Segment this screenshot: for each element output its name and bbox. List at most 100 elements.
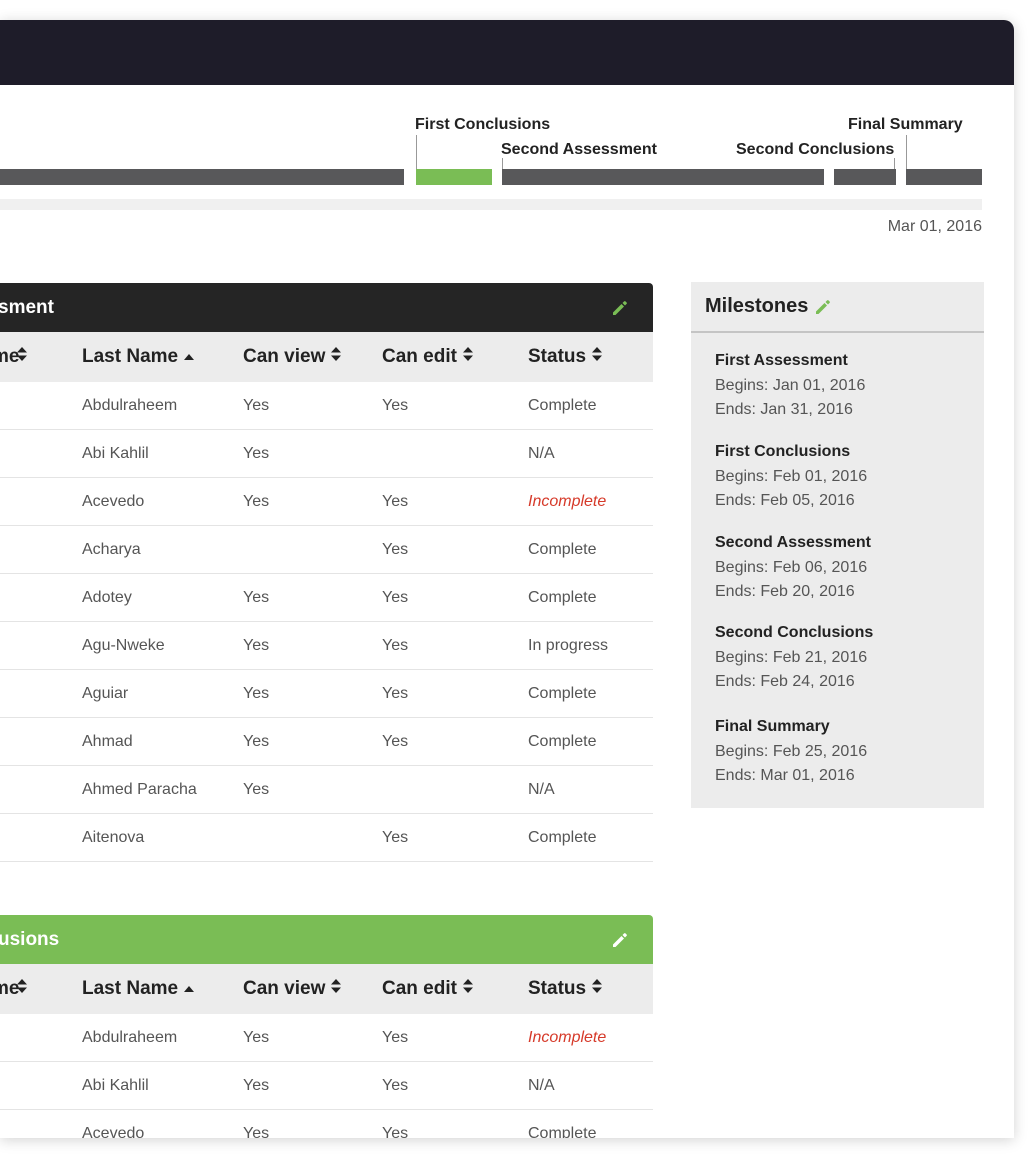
last-name-cell: Acevedo bbox=[82, 1109, 243, 1138]
timeline-segment-first-assessment[interactable] bbox=[0, 169, 404, 185]
can-view-cell: Yes bbox=[243, 1109, 382, 1138]
panel-header: usions bbox=[0, 915, 653, 964]
column-header-label: Status bbox=[528, 346, 587, 367]
status-cell: Complete bbox=[528, 573, 653, 622]
column-header-label: Status bbox=[528, 978, 587, 999]
timeline-track bbox=[0, 199, 982, 210]
table-row[interactable]: Acharya Yes Complete bbox=[0, 525, 653, 574]
last-name-cell: Aitenova bbox=[82, 813, 243, 862]
column-header-first-name[interactable]: me bbox=[0, 964, 82, 1014]
can-view-cell: Yes bbox=[243, 765, 382, 814]
sort-icon[interactable] bbox=[462, 346, 474, 368]
pencil-icon[interactable] bbox=[609, 297, 631, 319]
status-cell: In progress bbox=[528, 621, 653, 670]
first-name-cell bbox=[0, 477, 82, 526]
first-name-cell bbox=[0, 669, 82, 718]
sort-icon[interactable] bbox=[17, 978, 28, 1000]
column-header-can-view[interactable]: Can view bbox=[243, 964, 382, 1014]
status-cell: Complete bbox=[528, 717, 653, 766]
column-header-label: Can edit bbox=[382, 346, 457, 367]
sort-icon[interactable] bbox=[17, 346, 28, 368]
column-header-label: Last Name bbox=[82, 346, 179, 367]
column-header-last-name[interactable]: Last Name bbox=[82, 964, 243, 1014]
status-cell: Complete bbox=[528, 669, 653, 718]
sort-asc-icon[interactable] bbox=[183, 346, 195, 368]
column-header-last-name[interactable]: Last Name bbox=[82, 332, 243, 382]
first-name-cell bbox=[0, 717, 82, 766]
column-header-status[interactable]: Status bbox=[528, 332, 653, 382]
table-row[interactable]: Acevedo Yes Yes Complete bbox=[0, 1109, 653, 1138]
can-edit-cell: Yes bbox=[382, 717, 528, 766]
status-cell: N/A bbox=[528, 429, 653, 478]
timeline-segment-first-conclusions[interactable] bbox=[416, 169, 492, 185]
status-cell: Incomplete bbox=[528, 1014, 653, 1062]
first-name-cell bbox=[0, 765, 82, 814]
sort-asc-icon[interactable] bbox=[183, 978, 195, 1000]
table-row[interactable]: Aguiar Yes Yes Complete bbox=[0, 669, 653, 718]
column-header-label: Can edit bbox=[382, 978, 457, 999]
milestone-begins: Begins: Feb 25, 2016 bbox=[715, 742, 868, 760]
column-header-can-view[interactable]: Can view bbox=[243, 332, 382, 382]
last-name-cell: Agu-Nweke bbox=[82, 621, 243, 670]
panel-title: usions bbox=[0, 928, 60, 950]
table-row[interactable]: Agu-Nweke Yes Yes In progress bbox=[0, 621, 653, 670]
pencil-icon[interactable] bbox=[814, 298, 832, 316]
can-view-cell: Yes bbox=[243, 1014, 382, 1062]
last-name-cell: Ahmed Paracha bbox=[82, 765, 243, 814]
table-row[interactable]: Abi Kahlil Yes Yes N/A bbox=[0, 1061, 653, 1110]
sort-icon[interactable] bbox=[591, 978, 603, 1000]
milestone-ends: Ends: Mar 01, 2016 bbox=[715, 767, 855, 784]
can-view-cell: Yes bbox=[243, 382, 382, 430]
can-view-cell: Yes bbox=[243, 621, 382, 670]
pencil-icon[interactable] bbox=[609, 929, 631, 951]
status-cell: N/A bbox=[528, 765, 653, 814]
can-view-cell: Yes bbox=[243, 477, 382, 526]
table-row[interactable]: Acevedo Yes Yes Incomplete bbox=[0, 477, 653, 526]
can-view-cell: Yes bbox=[243, 1061, 382, 1110]
timeline-segment-second-conclusions[interactable] bbox=[834, 169, 896, 185]
table-row[interactable]: Abdulraheem Yes Yes Complete bbox=[0, 382, 653, 430]
milestone-ends: Ends: Feb 05, 2016 bbox=[715, 492, 855, 509]
milestone-begins: Begins: Jan 01, 2016 bbox=[715, 376, 866, 394]
milestone-ends: Ends: Feb 24, 2016 bbox=[715, 673, 855, 690]
first-name-cell bbox=[0, 621, 82, 670]
table-row[interactable]: Adotey Yes Yes Complete bbox=[0, 573, 653, 622]
table-row[interactable]: Aitenova Yes Complete bbox=[0, 813, 653, 862]
sort-icon[interactable] bbox=[462, 978, 474, 1000]
table-row[interactable]: Abdulraheem Yes Yes Incomplete bbox=[0, 1014, 653, 1062]
milestones-title: Milestones bbox=[705, 295, 809, 317]
column-header-label: Last Name bbox=[82, 978, 179, 999]
sort-icon[interactable] bbox=[330, 978, 342, 1000]
table-row[interactable]: Ahmad Yes Yes Complete bbox=[0, 717, 653, 766]
can-edit-cell: Yes bbox=[382, 573, 528, 622]
last-name-cell: Acharya bbox=[82, 525, 243, 574]
can-edit-cell: Yes bbox=[382, 1014, 528, 1062]
column-header-can-edit[interactable]: Can edit bbox=[382, 332, 528, 382]
status-cell: Complete bbox=[528, 813, 653, 862]
first-name-cell bbox=[0, 1014, 82, 1062]
milestone-begins: Begins: Feb 06, 2016 bbox=[715, 558, 868, 576]
column-header-first-name[interactable]: me bbox=[0, 332, 82, 382]
milestones-panel: Milestones First Assessment Begins: Jan … bbox=[691, 282, 984, 808]
app-window: First Conclusions Second Assessment Seco… bbox=[0, 20, 1014, 1138]
sort-icon[interactable] bbox=[591, 346, 603, 368]
milestone-ends: Ends: Jan 31, 2016 bbox=[715, 401, 853, 418]
assessment-panel: sment me Last Name Can view Can edit Sta… bbox=[0, 283, 653, 865]
timeline-segment-second-assessment[interactable] bbox=[502, 169, 824, 185]
timeline-segment-final-summary[interactable] bbox=[906, 169, 982, 185]
conclusions-table: me Last Name Can view Can edit Status Ab… bbox=[0, 964, 653, 1138]
can-edit-cell: Yes bbox=[382, 1109, 528, 1138]
table-row[interactable]: Abi Kahlil Yes N/A bbox=[0, 429, 653, 478]
first-name-cell bbox=[0, 1061, 82, 1110]
column-header-status[interactable]: Status bbox=[528, 964, 653, 1014]
milestone-item: Second Conclusions Begins: Feb 21, 2016 … bbox=[715, 621, 873, 695]
table-row[interactable]: Ahmed Paracha Yes N/A bbox=[0, 765, 653, 814]
milestone-item: First Conclusions Begins: Feb 01, 2016 E… bbox=[715, 440, 867, 514]
first-name-cell bbox=[0, 813, 82, 862]
first-name-cell bbox=[0, 1109, 82, 1138]
last-name-cell: Acevedo bbox=[82, 477, 243, 526]
top-navigation-bar bbox=[0, 20, 1014, 85]
timeline-label-second-assessment: Second Assessment bbox=[501, 141, 657, 158]
sort-icon[interactable] bbox=[330, 346, 342, 368]
column-header-can-edit[interactable]: Can edit bbox=[382, 964, 528, 1014]
